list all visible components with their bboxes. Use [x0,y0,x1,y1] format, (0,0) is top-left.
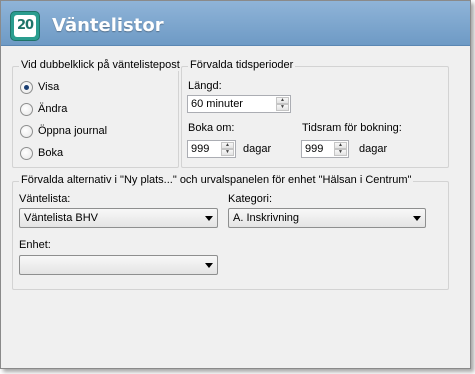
unit-dropdown[interactable] [19,255,218,275]
category-value: A. Inskrivning [233,212,300,224]
category-dropdown[interactable]: A. Inskrivning [228,208,426,228]
chevron-down-icon[interactable] [413,216,421,221]
book-in-label: Boka om: [188,122,235,134]
booking-window-spinbox[interactable]: 999 ▲ ▼ [301,140,349,158]
spin-down-icon[interactable]: ▼ [221,149,234,156]
booking-window-value[interactable]: 999 [305,143,323,155]
booking-window-label: Tidsram för bokning: [302,122,402,134]
radio-option-boka[interactable]: Boka [20,145,63,161]
radio-checked-icon[interactable] [20,80,33,94]
book-in-unit: dagar [243,143,272,155]
length-value[interactable]: 60 minuter [191,98,243,110]
chevron-down-icon[interactable] [205,216,213,221]
page-title: Väntelistor [52,15,164,36]
category-label: Kategori: [228,193,273,205]
book-in-spinbox[interactable]: 999 ▲ ▼ [187,140,236,158]
app-logo-text: 20 [14,15,36,37]
waitlist-dropdown[interactable]: Väntelista BHV [19,208,218,228]
radio-label: Öppna journal [38,125,108,137]
radio-option-oppna-journal[interactable]: Öppna journal [20,123,107,139]
defaults-group: Förvalda alternativ i "Ny plats..." och … [12,174,449,290]
double-click-group: Vid dubbelklick på väntelistepost Visa Ä… [12,59,182,168]
unit-label: Enhet: [19,239,51,251]
chevron-down-icon[interactable] [205,263,213,268]
defaults-legend: Förvalda alternativ i "Ny plats..." och … [19,174,414,186]
book-in-value[interactable]: 999 [191,143,209,155]
radio-unchecked-icon[interactable] [20,102,33,116]
radio-label: Visa [38,81,60,93]
booking-window-unit: dagar [359,143,388,155]
time-periods-legend: Förvalda tidsperioder [188,59,296,71]
spin-up-icon[interactable]: ▲ [334,142,347,149]
spin-down-icon[interactable]: ▼ [276,104,289,111]
radio-unchecked-icon[interactable] [20,146,33,160]
radio-unchecked-icon[interactable] [20,124,33,138]
waitlist-label: Väntelista: [19,193,71,205]
radio-option-visa[interactable]: Visa [20,79,59,95]
radio-label: Ändra [38,103,68,115]
spin-up-icon[interactable]: ▲ [276,97,289,104]
time-periods-group: Förvalda tidsperioder Längd: 60 minuter … [181,59,449,168]
double-click-legend: Vid dubbelklick på väntelistepost [19,59,182,71]
settings-window: 20 Väntelistor Vid dubbelklick på väntel… [0,0,471,369]
app-logo-icon: 20 [10,11,40,41]
spin-up-icon[interactable]: ▲ [221,142,234,149]
radio-label: Boka [38,147,64,159]
spin-down-icon[interactable]: ▼ [334,149,347,156]
waitlist-value: Väntelista BHV [24,212,98,224]
length-label: Längd: [188,80,222,92]
window-header: 20 Väntelistor [1,1,470,46]
radio-option-andra[interactable]: Ändra [20,101,67,117]
length-spinbox[interactable]: 60 minuter ▲ ▼ [187,95,291,113]
